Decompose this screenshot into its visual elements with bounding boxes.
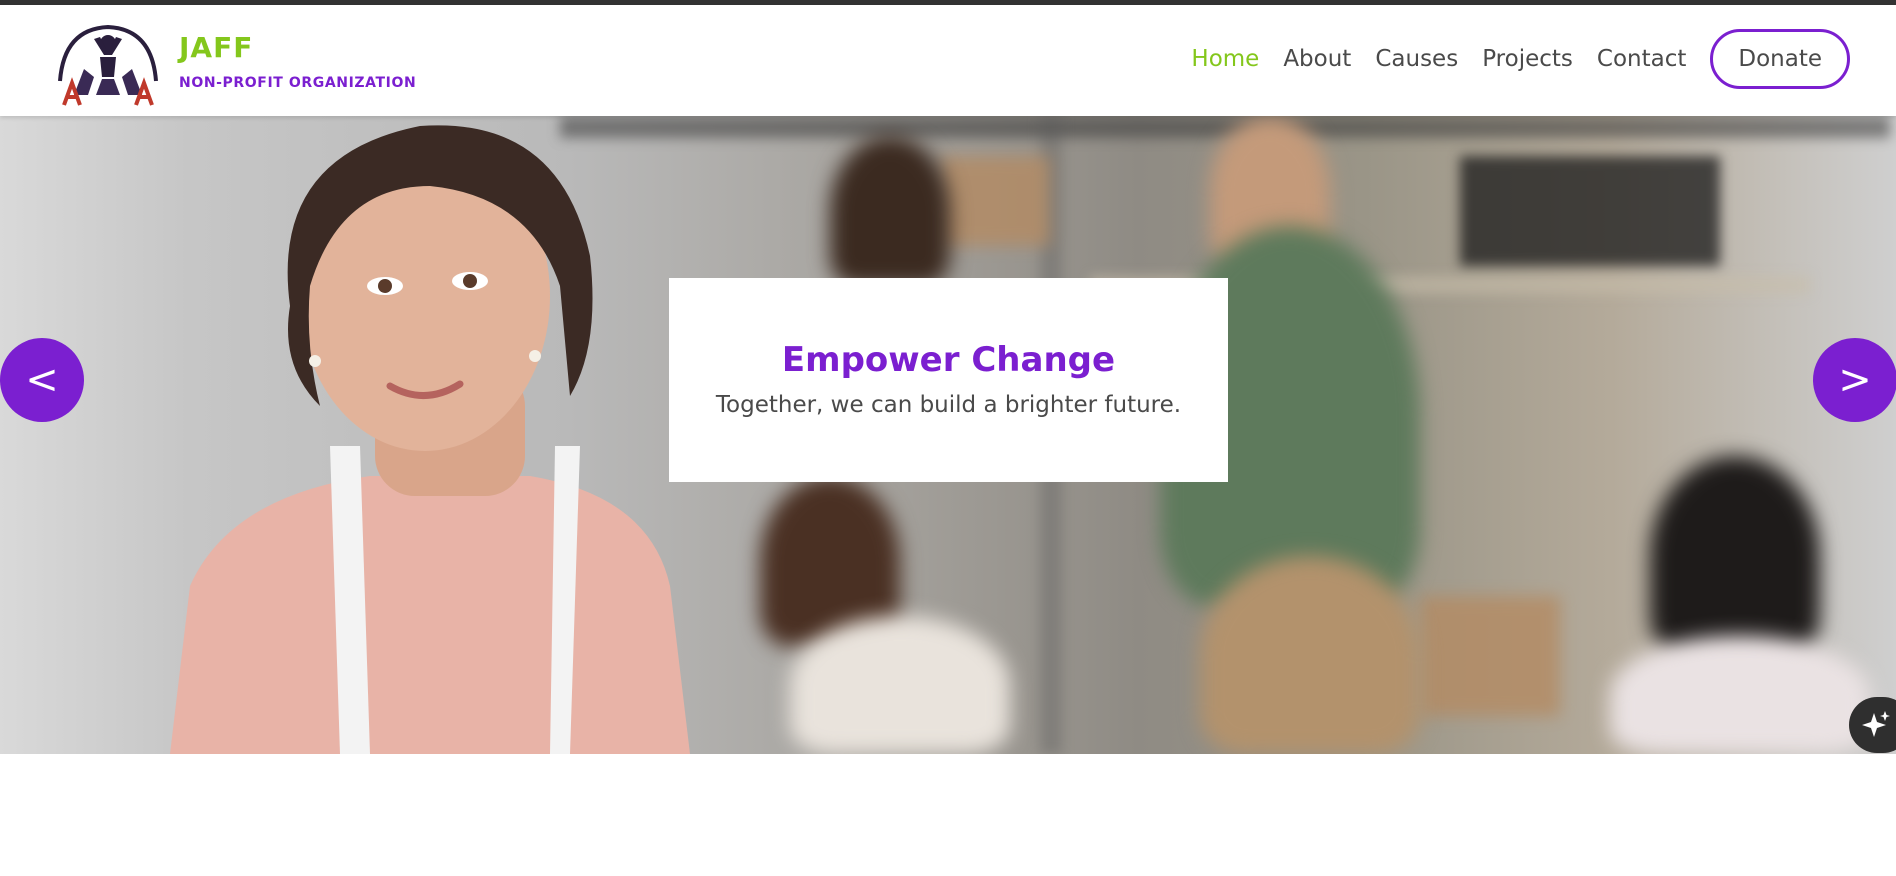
slider-prev-button[interactable]: < — [0, 338, 84, 422]
sparkle-icon — [1862, 711, 1890, 737]
nav-item-home[interactable]: Home — [1191, 46, 1259, 72]
nav-item-causes[interactable]: Causes — [1375, 46, 1458, 72]
nav-item-contact[interactable]: Contact — [1597, 46, 1686, 72]
hero-title: Empower Change — [781, 340, 1116, 380]
nav-item-projects[interactable]: Projects — [1482, 46, 1573, 72]
brand-name[interactable]: JAFF — [179, 31, 253, 64]
donate-button[interactable]: Donate — [1710, 29, 1850, 89]
hero-slider: Empower Change Together, we can build a … — [0, 116, 1896, 754]
nav-item-about[interactable]: About — [1283, 46, 1351, 72]
site-header: JAFF NON-PROFIT ORGANIZATION Home About … — [0, 5, 1896, 116]
hero-subtitle: Together, we can build a brighter future… — [715, 392, 1182, 418]
brand-tagline: NON-PROFIT ORGANIZATION — [179, 75, 417, 91]
logo-icon[interactable] — [54, 21, 162, 107]
slider-next-button[interactable]: > — [1813, 338, 1896, 422]
main-nav: Home About Causes Projects Contact Donat… — [1167, 29, 1850, 89]
hero-caption-card: Empower Change Together, we can build a … — [669, 278, 1228, 482]
assistant-button[interactable] — [1849, 697, 1896, 753]
